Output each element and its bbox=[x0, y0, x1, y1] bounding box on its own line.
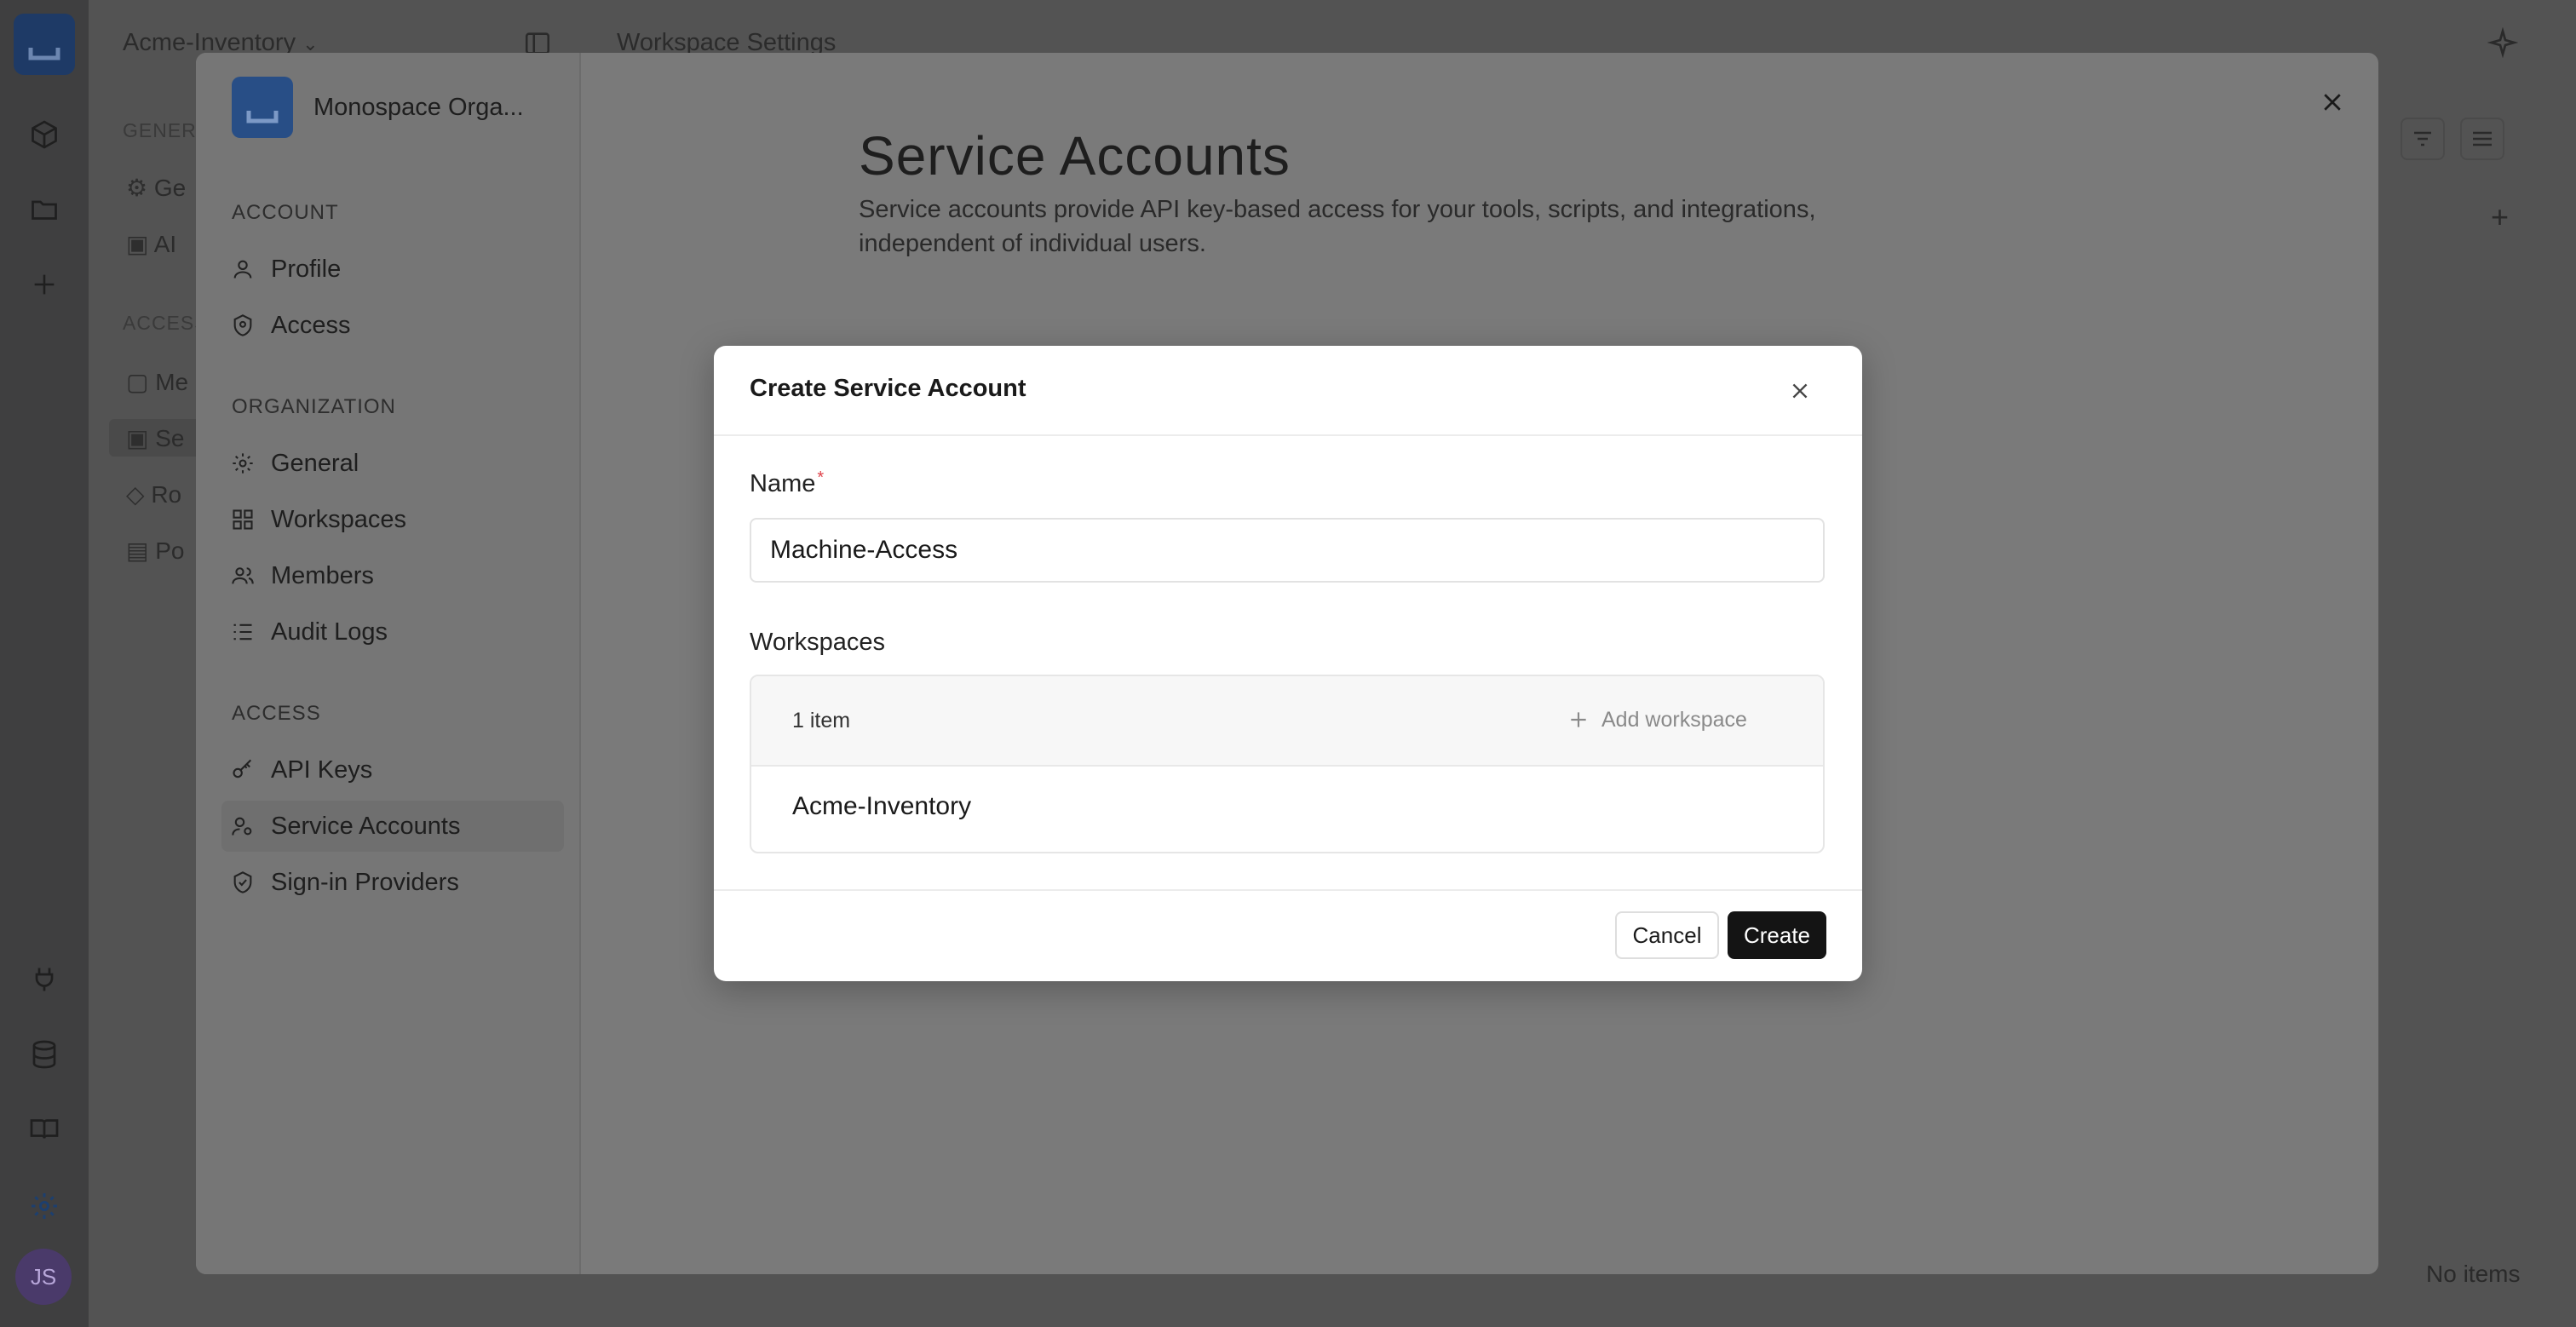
workspaces-label: Workspaces bbox=[750, 629, 886, 656]
chevron-down-icon: ⌄ bbox=[302, 33, 319, 55]
nav-label: General bbox=[271, 449, 359, 477]
folder-icon[interactable] bbox=[26, 191, 63, 228]
section-description: Service accounts provide API key-based a… bbox=[859, 196, 1816, 257]
users-icon bbox=[230, 563, 256, 589]
section-label-organization: ORGANIZATION bbox=[232, 395, 396, 418]
nav-label: Sign-in Providers bbox=[271, 868, 459, 896]
nav-label: Access bbox=[271, 311, 351, 339]
section-label-account: ACCOUNT bbox=[232, 201, 339, 224]
nav-api-keys[interactable]: API Keys bbox=[230, 744, 579, 796]
name-field-label: Name * bbox=[750, 468, 825, 498]
add-icon[interactable] bbox=[26, 266, 63, 303]
add-workspace-label: Add workspace bbox=[1601, 707, 1747, 732]
nav-access[interactable]: Access bbox=[230, 300, 579, 351]
add-workspace-button[interactable]: Add workspace bbox=[1567, 698, 1747, 741]
avatar[interactable]: JS bbox=[15, 1249, 72, 1305]
app-logo[interactable] bbox=[14, 14, 75, 75]
org-logo bbox=[232, 77, 293, 138]
plus-icon bbox=[1567, 709, 1590, 731]
gear-icon bbox=[230, 451, 256, 476]
nav-profile[interactable]: Profile bbox=[230, 244, 579, 295]
org-name[interactable]: Monospace Orga... bbox=[313, 94, 524, 122]
nav-label: Audit Logs bbox=[271, 618, 388, 646]
settings-sidebar: Monospace Orga... ACCOUNT Profile Access… bbox=[196, 53, 581, 1274]
nav-workspaces[interactable]: Workspaces bbox=[230, 494, 579, 545]
book-icon[interactable] bbox=[26, 1111, 63, 1148]
cube-icon[interactable] bbox=[26, 116, 63, 153]
shield-icon bbox=[230, 313, 256, 338]
bg-add-icon[interactable]: + bbox=[2491, 199, 2509, 235]
nav-general[interactable]: General bbox=[230, 438, 579, 489]
close-icon[interactable] bbox=[2314, 83, 2351, 121]
key-icon bbox=[230, 757, 256, 783]
required-marker: * bbox=[817, 468, 825, 487]
nav-sign-in-providers[interactable]: Sign-in Providers bbox=[230, 857, 579, 908]
bg-sliders-button[interactable] bbox=[2460, 118, 2504, 160]
cancel-button[interactable]: Cancel bbox=[1615, 911, 1719, 959]
plug-icon[interactable] bbox=[26, 961, 63, 998]
nav-label: Members bbox=[271, 561, 374, 589]
nav-label: Service Accounts bbox=[271, 812, 461, 840]
bg-sidebar-item[interactable]: ▣ Se bbox=[126, 424, 184, 452]
nav-label: Profile bbox=[271, 255, 342, 283]
workspaces-list: 1 item Add workspace Acme-Inventory bbox=[750, 675, 1825, 853]
nav-audit-logs[interactable]: Audit Logs bbox=[230, 606, 579, 658]
list-item[interactable]: Acme-Inventory bbox=[792, 792, 971, 821]
bg-sidebar-item[interactable]: ▤ Po bbox=[126, 537, 184, 565]
section-label-access: ACCESS bbox=[232, 702, 321, 725]
name-label-text: Name bbox=[750, 470, 816, 497]
bg-filter-button[interactable] bbox=[2401, 118, 2445, 160]
nav-label: API Keys bbox=[271, 755, 373, 784]
workspaces-count: 1 item bbox=[792, 709, 851, 732]
bg-sidebar-item[interactable]: ▣ AI bbox=[126, 230, 176, 258]
nav-members[interactable]: Members bbox=[230, 550, 579, 601]
nav-service-accounts[interactable]: Service Accounts bbox=[221, 801, 564, 852]
dialog-close-icon[interactable] bbox=[1785, 376, 1814, 405]
user-icon bbox=[230, 256, 256, 282]
bg-sidebar-item[interactable]: ▢ Me bbox=[126, 368, 188, 396]
user-gear-icon bbox=[230, 813, 256, 839]
bg-sidebar-item[interactable]: ◇ Ro bbox=[126, 480, 181, 508]
app-rail: JS bbox=[0, 0, 89, 1327]
list-icon bbox=[230, 619, 256, 645]
bg-sidebar-item[interactable]: ⚙ Ge bbox=[126, 174, 186, 202]
nav-label: Workspaces bbox=[271, 505, 407, 533]
bg-status: No items bbox=[2426, 1261, 2521, 1287]
sparkle-icon[interactable] bbox=[2487, 27, 2518, 58]
shield-check-icon bbox=[230, 870, 256, 895]
grid-icon bbox=[230, 507, 256, 532]
create-button[interactable]: Create bbox=[1728, 911, 1826, 959]
database-icon[interactable] bbox=[26, 1036, 63, 1073]
dialog-title: Create Service Account bbox=[750, 375, 1026, 402]
create-service-account-dialog: Create Service Account Name * Machine-Acc… bbox=[714, 346, 1862, 981]
settings-gear-icon[interactable] bbox=[26, 1187, 63, 1225]
section-title: Service Accounts bbox=[859, 125, 1291, 187]
name-input[interactable]: Machine-Access bbox=[750, 518, 1825, 583]
dialog-footer-divider bbox=[714, 889, 1862, 891]
